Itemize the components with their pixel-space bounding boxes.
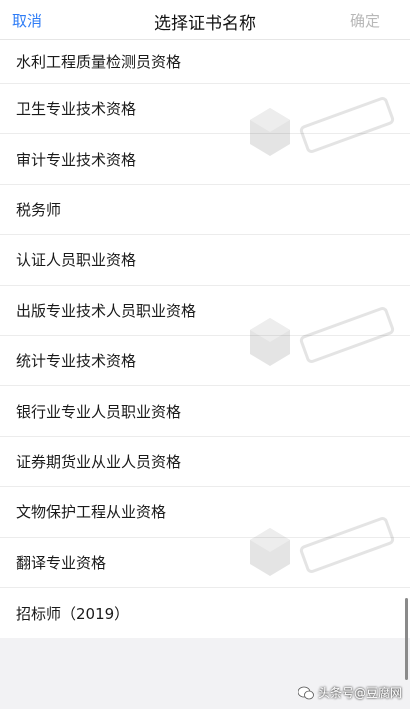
source-watermark: 头条号@豆腐网 — [297, 684, 402, 701]
list-item[interactable]: 翻译专业资格 — [0, 538, 410, 588]
list-item[interactable]: 统计专业技术资格 — [0, 336, 410, 387]
scrollbar[interactable] — [405, 598, 408, 680]
certificate-picker-screen: 取消 选择证书名称 确定 水利工程质量检测员资格 卫生专业技术资格 审计专业技术… — [0, 0, 410, 709]
wechat-icon — [297, 686, 314, 699]
list-item[interactable]: 出版专业技术人员职业资格 — [0, 286, 410, 336]
list-item[interactable]: 水利工程质量检测员资格 — [0, 40, 410, 84]
list-item[interactable]: 文物保护工程从业资格 — [0, 487, 410, 538]
list-item[interactable]: 证券期货业从业人员资格 — [0, 437, 410, 488]
list-item[interactable]: 税务师 — [0, 185, 410, 236]
list-item[interactable]: 认证人员职业资格 — [0, 235, 410, 286]
list-item[interactable]: 卫生专业技术资格 — [0, 84, 410, 135]
list-item[interactable]: 审计专业技术资格 — [0, 134, 410, 185]
list-item[interactable]: 银行业专业人员职业资格 — [0, 386, 410, 437]
confirm-button[interactable]: 确定 — [350, 10, 380, 31]
navigation-bar: 取消 选择证书名称 确定 — [0, 0, 410, 40]
list-item[interactable]: 招标师（2019） — [0, 588, 410, 638]
certificate-list: 水利工程质量检测员资格 卫生专业技术资格 审计专业技术资格 税务师 认证人员职业… — [0, 40, 410, 639]
page-title: 选择证书名称 — [154, 14, 256, 34]
source-watermark-text: 头条号@豆腐网 — [317, 686, 402, 700]
